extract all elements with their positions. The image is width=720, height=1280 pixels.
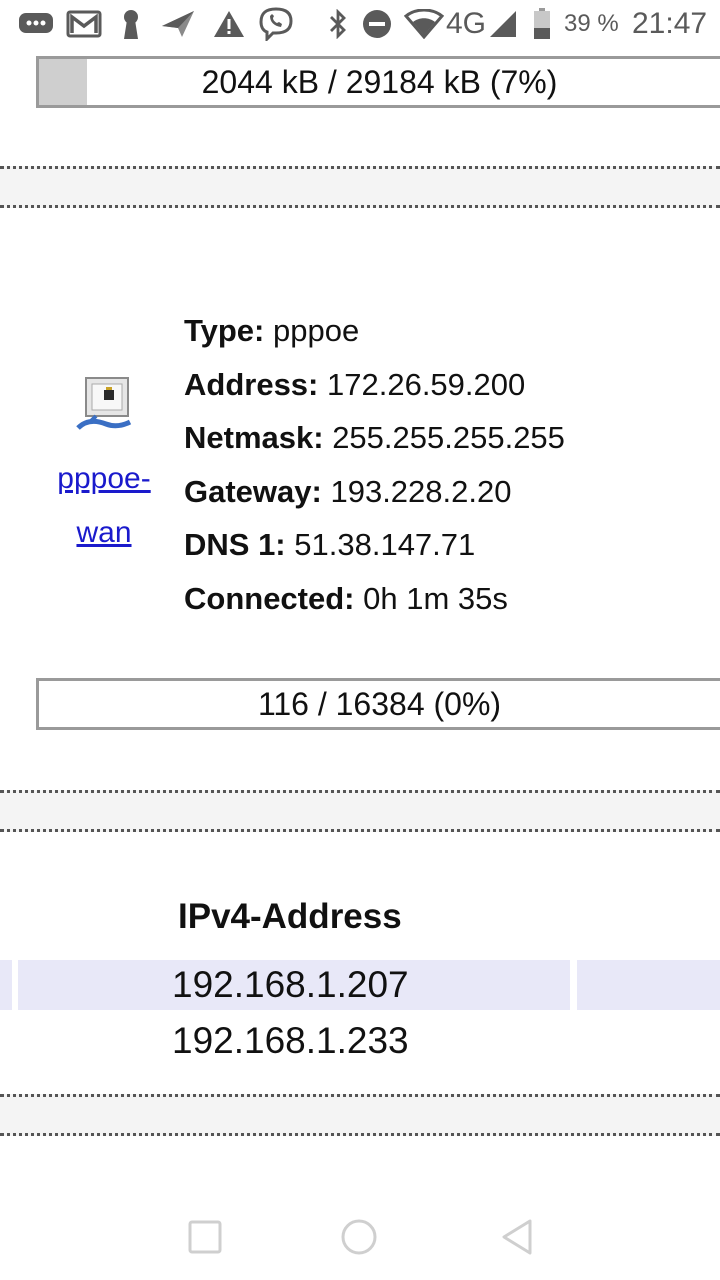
- ipv4-address: 192.168.1.207: [172, 964, 409, 1005]
- connections-progress-label: 116 / 16384 (0%): [257, 685, 502, 722]
- battery-icon: [530, 8, 554, 40]
- keyhole-icon: [118, 8, 144, 40]
- info-key: Gateway:: [184, 473, 322, 509]
- info-row-connected: Connected: 0h 1m 35s: [184, 572, 565, 626]
- interface-info: Type: pppoe Address: 172.26.59.200 Netma…: [184, 304, 565, 626]
- memory-progress-bar: 2044 kB / 29184 kB (7%): [36, 56, 720, 108]
- do-not-disturb-icon: [362, 8, 392, 40]
- bluetooth-icon: [326, 8, 350, 40]
- memory-progress-label: 2044 kB / 29184 kB (7%): [201, 63, 558, 100]
- signal-icon: [488, 8, 518, 40]
- recents-button[interactable]: [188, 1220, 222, 1254]
- info-value: 0h 1m 35s: [363, 580, 508, 616]
- interface-link-pppoe-wan[interactable]: pppoe- wan: [40, 452, 168, 560]
- section-separator: [0, 1094, 720, 1136]
- info-value: 51.38.147.71: [294, 527, 476, 563]
- home-button[interactable]: [340, 1218, 378, 1256]
- info-value: pppoe: [273, 313, 360, 348]
- network-type: 4G: [446, 7, 487, 40]
- gmail-icon: [66, 8, 102, 40]
- ipv4-address: 192.168.1.233: [172, 1020, 409, 1061]
- clock: 21:47: [632, 7, 708, 40]
- info-key: Netmask:: [184, 420, 324, 456]
- info-value: 193.228.2.20: [330, 473, 512, 509]
- ipv4-address-header: IPv4-Address: [178, 897, 402, 936]
- table-row: 192.168.1.207: [0, 960, 720, 1010]
- send-icon: [160, 8, 196, 40]
- status-bar: 4G 39 % 21:47: [0, 0, 720, 50]
- info-value: 172.26.59.200: [327, 366, 526, 402]
- chat-icon: [18, 8, 54, 40]
- interface-link-line1: pppoe-: [57, 462, 151, 495]
- navigation-bar: [0, 1190, 720, 1280]
- section-separator: [0, 790, 720, 832]
- section-separator: [0, 166, 720, 208]
- back-button[interactable]: [500, 1218, 534, 1256]
- battery-percent: 39 %: [564, 10, 619, 37]
- info-row-address: Address: 172.26.59.200: [184, 358, 565, 412]
- table-cell: [0, 960, 12, 1010]
- info-row-dns: DNS 1: 51.38.147.71: [184, 518, 565, 572]
- interface-link-line2: wan: [76, 516, 132, 549]
- table-row: 192.168.1.233: [0, 1016, 720, 1066]
- info-row-gateway: Gateway: 193.228.2.20: [184, 465, 565, 519]
- info-key: Type:: [184, 313, 265, 348]
- network-interface-icon[interactable]: [76, 376, 132, 434]
- connections-progress-bar: 116 / 16384 (0%): [36, 678, 720, 730]
- info-row-type: Type: pppoe: [184, 304, 565, 358]
- info-key: DNS 1:: [184, 527, 286, 563]
- viber-icon: [258, 7, 294, 41]
- info-key: Connected:: [184, 580, 355, 616]
- wifi-icon: [404, 8, 444, 40]
- info-key: Address:: [184, 366, 319, 402]
- info-row-netmask: Netmask: 255.255.255.255: [184, 411, 565, 465]
- info-value: 255.255.255.255: [332, 420, 565, 456]
- table-cell: [577, 960, 720, 1010]
- warning-icon: [212, 8, 246, 40]
